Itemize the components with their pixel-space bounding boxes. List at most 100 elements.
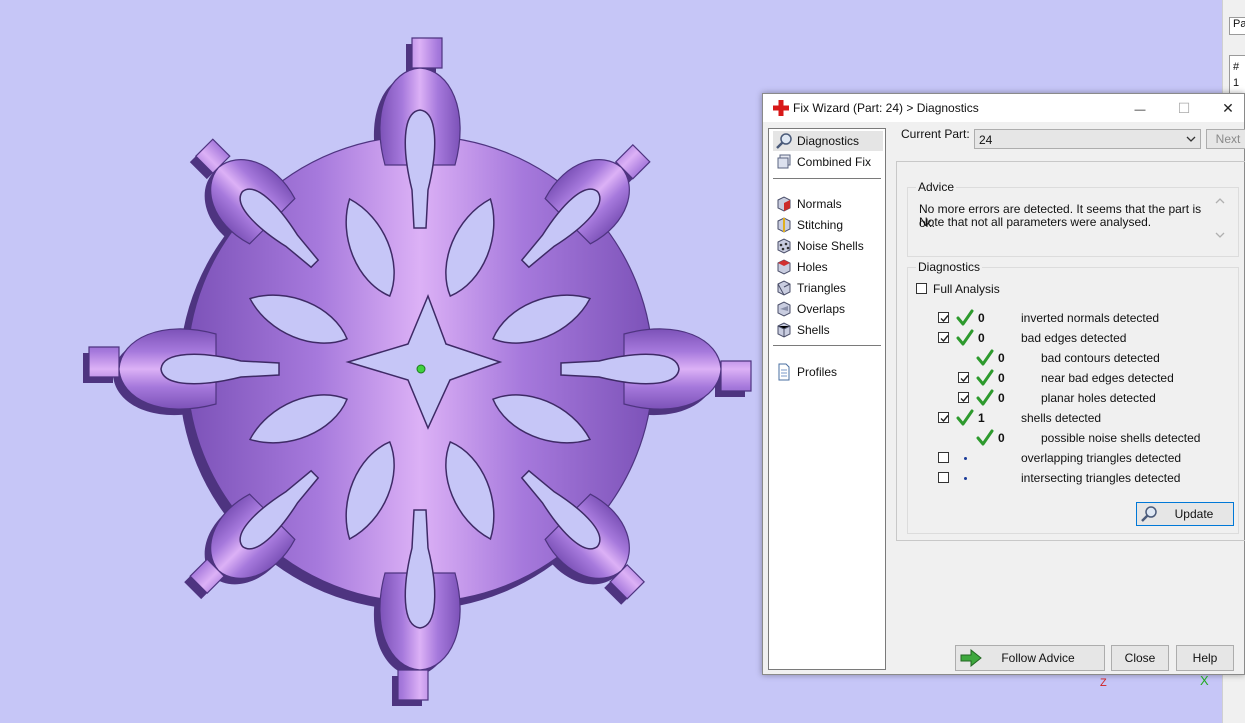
nav-item-label: Stitching: [797, 218, 844, 232]
diagnostic-count: 1: [978, 411, 985, 425]
document-icon: [778, 363, 790, 381]
axis-z-label: Z: [1100, 677, 1107, 689]
green-check-icon: [976, 349, 994, 366]
green-check-icon: [976, 389, 994, 406]
nav-item-label: Overlaps: [797, 302, 846, 316]
nav-item-stitching[interactable]: Stitching: [773, 215, 883, 235]
dialog-title: Fix Wizard (Part: 24) > Diagnostics: [793, 101, 979, 115]
diagnostic-checkbox[interactable]: [938, 412, 949, 423]
side-panel-tab-label: Pa: [1233, 18, 1245, 30]
current-part-select[interactable]: 24: [974, 129, 1201, 149]
diagnostic-checkbox[interactable]: [938, 332, 949, 343]
green-check-icon: [956, 409, 974, 426]
holes-cube-icon: [777, 259, 791, 275]
axis-x-label: X: [1200, 673, 1209, 688]
minimize-button[interactable]: —: [1118, 94, 1162, 122]
nav-item-noise-shells[interactable]: Noise Shells: [773, 236, 883, 256]
diagnostic-checkbox[interactable]: [958, 372, 969, 383]
maximize-button[interactable]: ☐: [1162, 94, 1206, 122]
advice-scrollbar[interactable]: [1214, 196, 1226, 240]
current-part-label: Current Part:: [901, 127, 970, 141]
normals-cube-icon: [777, 196, 791, 212]
diagnostic-row: intersecting triangles detected: [908, 468, 1238, 488]
nav-item-label: Shells: [797, 323, 830, 337]
stitching-cube-icon: [777, 217, 791, 233]
diagnostic-row: 0 bad contours detected: [908, 348, 1238, 368]
diagnostic-label: bad edges detected: [1021, 331, 1127, 345]
checkmark-icon: [940, 415, 949, 423]
checkmark-icon: [960, 375, 969, 383]
next-button[interactable]: Next: [1206, 129, 1245, 149]
nav-separator: [773, 178, 881, 179]
nav-item-label: Holes: [797, 260, 828, 274]
nav-item-label: Diagnostics: [797, 134, 860, 148]
advice-text-box[interactable]: No more errors are detected. It seems th…: [908, 188, 1220, 254]
diagnostic-row: 0 near bad edges detected: [908, 368, 1238, 388]
diagnostics-panel: Advice No more errors are detected. It s…: [896, 161, 1245, 541]
current-part-value: 24: [979, 133, 993, 147]
nav-item-shells[interactable]: Shells: [773, 320, 883, 340]
stack-icon: [777, 154, 791, 169]
diagnostic-count: 0: [998, 371, 1005, 385]
diagnostic-row: 0 planar holes detected: [908, 388, 1238, 408]
diagnostic-label: inverted normals detected: [1021, 311, 1160, 325]
diagnostic-checkbox[interactable]: [938, 312, 949, 323]
diagnostic-row: 0 bad edges detected: [908, 328, 1238, 348]
side-panel-tab[interactable]: Pa: [1229, 17, 1245, 35]
nav-item-holes[interactable]: Holes: [773, 257, 883, 277]
nav-item-normals[interactable]: Normals: [773, 194, 883, 214]
diagnostic-row: 1 shells detected: [908, 408, 1238, 428]
green-arrow-icon: [960, 649, 982, 667]
side-panel-list[interactable]: # 1: [1229, 55, 1245, 95]
diagnostic-row: 0 inverted normals detected: [908, 308, 1238, 328]
nav-item-triangles[interactable]: Triangles: [773, 278, 883, 298]
diagnostic-label: planar holes detected: [1041, 391, 1156, 405]
chevron-down-icon: [1186, 136, 1196, 142]
help-button[interactable]: Help: [1176, 645, 1234, 671]
nav-item-label: Noise Shells: [797, 239, 864, 253]
nav-item-profiles[interactable]: Profiles: [773, 362, 883, 382]
diagnostic-checkbox[interactable]: [938, 472, 949, 483]
center-pivot-marker: [416, 364, 426, 374]
diagnostic-label: possible noise shells detected: [1041, 431, 1201, 445]
update-label: Update: [1174, 507, 1214, 521]
green-check-icon: [956, 309, 974, 326]
dialog-titlebar[interactable]: Fix Wizard (Part: 24) > Diagnostics — ☐ …: [763, 94, 1244, 122]
nav-item-label: Normals: [797, 197, 842, 211]
noise-shells-cube-icon: [777, 238, 791, 254]
nav-item-overlaps[interactable]: Overlaps: [773, 299, 883, 319]
diagnostics-group: Diagnostics Full Analysis 0 inverted norm…: [907, 260, 1239, 534]
side-panel-list-header: #: [1233, 61, 1240, 73]
shells-cube-icon: [777, 322, 791, 338]
diagnostic-label: shells detected: [1021, 411, 1102, 425]
checkmark-icon: [960, 395, 969, 403]
advice-line-2: Note that not all parameters were analys…: [919, 215, 1152, 229]
green-check-icon: [976, 369, 994, 386]
diagnostic-row: 0 possible noise shells detected: [908, 428, 1238, 448]
update-button[interactable]: Update: [1136, 502, 1234, 526]
diagnostic-count: 0: [998, 431, 1005, 445]
close-button[interactable]: Close: [1111, 645, 1169, 671]
diagnostic-count: 0: [978, 331, 985, 345]
diagnostic-checkbox[interactable]: [938, 452, 949, 463]
full-analysis-checkbox[interactable]: [916, 283, 927, 294]
wizard-nav: Diagnostics Combined Fix Normals Stitchi…: [768, 128, 886, 670]
diagnostics-group-title: Diagnostics: [916, 260, 983, 274]
green-check-icon: [956, 329, 974, 346]
overlaps-cube-icon: [777, 301, 791, 317]
follow-advice-label: Follow Advice: [1001, 651, 1075, 665]
red-cross-icon: [773, 100, 789, 116]
snowflake-model[interactable]: [83, 37, 752, 706]
diagnostic-label: near bad edges detected: [1041, 371, 1174, 385]
green-check-icon: [976, 429, 994, 446]
maximize-icon: ☐: [1177, 100, 1191, 116]
close-window-button[interactable]: ✕: [1206, 94, 1245, 122]
follow-advice-button[interactable]: Follow Advice: [955, 645, 1105, 671]
nav-item-combined-fix[interactable]: Combined Fix: [773, 152, 883, 172]
diagnostic-label: intersecting triangles detected: [1021, 471, 1181, 485]
checkmark-icon: [940, 315, 949, 323]
minimize-icon: —: [1134, 104, 1146, 116]
diagnostic-checkbox[interactable]: [958, 392, 969, 403]
pending-dot-icon: [964, 457, 967, 460]
nav-item-diagnostics[interactable]: Diagnostics: [773, 131, 883, 151]
